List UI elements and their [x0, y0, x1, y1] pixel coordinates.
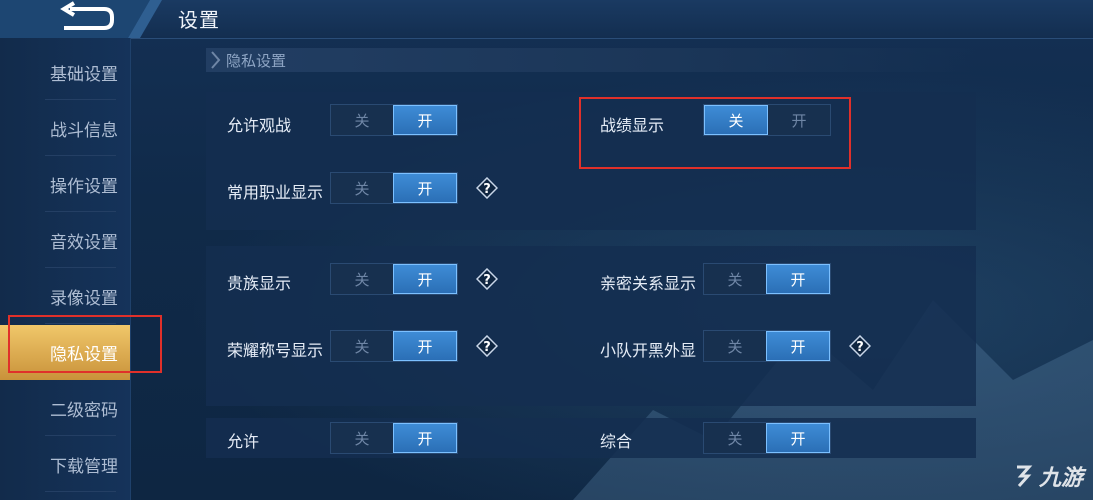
sidebar-item-audio[interactable]: 音效设置	[0, 213, 130, 268]
sidebar-item-battle-info[interactable]: 战斗信息	[0, 101, 130, 156]
section-title: 隐私设置	[226, 52, 287, 70]
toggle-on-option[interactable]: 开	[393, 331, 457, 361]
sidebar-item-label: 下载管理	[50, 457, 118, 477]
privacy-panel-3: 允许 关 开 综合 关 开	[206, 418, 976, 458]
toggle-off-option[interactable]: 关	[704, 331, 766, 361]
highlight-box-privacy-tab	[8, 315, 162, 373]
sidebar-item-label: 战斗信息	[50, 121, 118, 141]
toggle-off-option[interactable]: 关	[331, 173, 393, 203]
toggle-off-option[interactable]: 关	[331, 423, 393, 453]
sidebar-item-secondary-password[interactable]: 二级密码	[0, 381, 130, 436]
noble-display-toggle[interactable]: 关 开	[330, 263, 458, 295]
toggle-off-option[interactable]: 关	[331, 105, 393, 135]
partial-setting-label-left: 允许	[227, 432, 260, 451]
toggle-on-option[interactable]: 开	[393, 264, 457, 294]
watermark: 九游	[1011, 460, 1083, 492]
sidebar-item-label: 音效设置	[50, 233, 118, 253]
svg-text:?: ?	[483, 273, 491, 288]
question-diamond-icon[interactable]: ?	[476, 268, 498, 290]
honor-title-display-toggle[interactable]: 关 开	[330, 330, 458, 362]
sidebar-item-basic[interactable]: 基础设置	[0, 45, 130, 100]
partial-setting-toggle-right[interactable]: 关 开	[703, 422, 831, 454]
toggle-on-option[interactable]: 开	[393, 105, 457, 135]
allow-spectate-label: 允许观战	[227, 116, 292, 135]
toggle-on-option[interactable]: 开	[766, 331, 830, 361]
watermark-text: 九游	[1038, 466, 1083, 491]
common-role-display-toggle[interactable]: 关 开	[330, 172, 458, 204]
top-bar: 设置	[0, 0, 1093, 39]
partial-setting-toggle-left[interactable]: 关 开	[330, 422, 458, 454]
svg-text:?: ?	[483, 340, 491, 355]
toggle-on-option[interactable]: 开	[766, 423, 830, 453]
toggle-off-option[interactable]: 关	[704, 264, 766, 294]
jiuyou-logo-icon	[1016, 465, 1033, 488]
question-diamond-icon[interactable]: ?	[849, 335, 871, 357]
highlight-box-record-display	[579, 97, 851, 169]
toggle-off-option[interactable]: 关	[331, 264, 393, 294]
section-header: 隐私设置	[206, 48, 976, 72]
sidebar-item-downloads[interactable]: 下载管理	[0, 437, 130, 492]
squad-display-label: 小队开黑外显	[600, 341, 697, 360]
squad-display-toggle[interactable]: 关 开	[703, 330, 831, 362]
toggle-on-option[interactable]: 开	[393, 173, 457, 203]
sidebar-item-controls[interactable]: 操作设置	[0, 157, 130, 212]
allow-spectate-toggle[interactable]: 关 开	[330, 104, 458, 136]
question-diamond-icon[interactable]: ?	[476, 177, 498, 199]
svg-text:?: ?	[483, 182, 491, 197]
sidebar-item-label: 操作设置	[50, 177, 118, 197]
common-role-display-label: 常用职业显示	[227, 183, 324, 202]
toggle-on-option[interactable]: 开	[393, 423, 457, 453]
toggle-off-option[interactable]: 关	[331, 331, 393, 361]
intimacy-display-label: 亲密关系显示	[600, 274, 697, 293]
svg-text:?: ?	[856, 340, 864, 355]
sidebar-item-label: 二级密码	[50, 401, 118, 421]
privacy-panel-2	[206, 246, 976, 406]
partial-setting-label-right: 综合	[600, 432, 633, 451]
honor-title-display-label: 荣耀称号显示	[227, 341, 324, 360]
sidebar-item-label: 录像设置	[50, 289, 118, 309]
intimacy-display-toggle[interactable]: 关 开	[703, 263, 831, 295]
toggle-off-option[interactable]: 关	[704, 423, 766, 453]
noble-display-label: 贵族显示	[227, 274, 292, 293]
question-diamond-icon[interactable]: ?	[476, 335, 498, 357]
chevron-right-icon	[211, 51, 221, 69]
page-title: 设置	[178, 8, 220, 32]
sidebar: 基础设置 战斗信息 操作设置 音效设置 录像设置 隐私设置 二级密码 下载管理	[0, 38, 131, 500]
back-button[interactable]	[0, 0, 162, 38]
toggle-on-option[interactable]: 开	[766, 264, 830, 294]
sidebar-item-label: 基础设置	[50, 65, 118, 85]
